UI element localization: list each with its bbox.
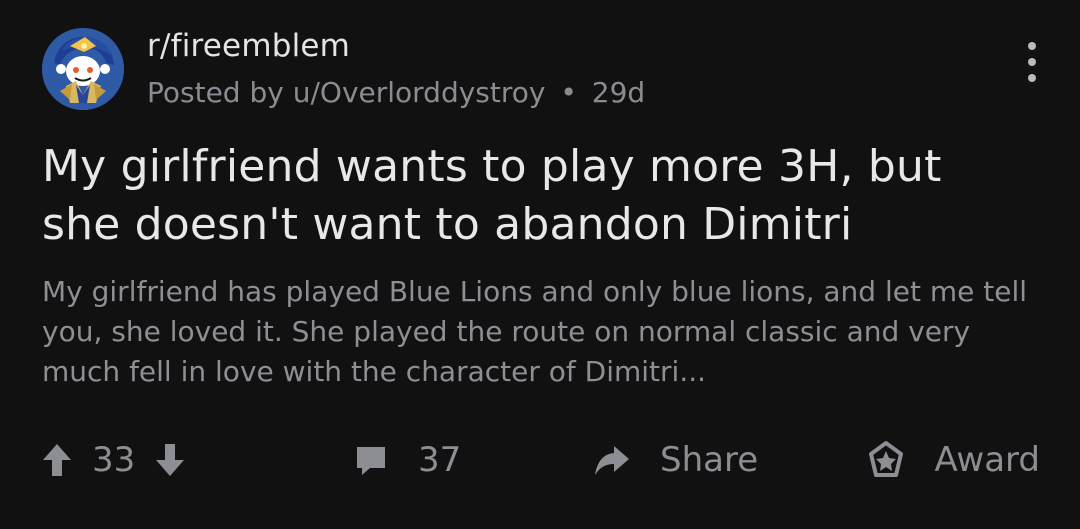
- vote-controls: 33: [40, 432, 300, 488]
- subreddit-name[interactable]: r/fireemblem: [147, 27, 350, 65]
- post-preview-text[interactable]: My girlfriend has played Blue Lions and …: [42, 272, 1042, 392]
- post-card[interactable]: r/fireemblem Posted by u/Overlorddystroy…: [0, 0, 1080, 529]
- award-icon: [868, 441, 903, 477]
- more-options-icon[interactable]: [1020, 42, 1044, 86]
- post-actions: 33 37 Share Award: [40, 432, 1040, 488]
- share-label: Share: [660, 440, 759, 480]
- avatar-image: [42, 28, 124, 110]
- comment-count: 37: [418, 440, 462, 480]
- arrow-down-icon: [156, 444, 185, 476]
- share-button[interactable]: Share: [592, 432, 812, 488]
- arrow-up-icon: [43, 444, 71, 476]
- meta-separator: •: [560, 76, 577, 109]
- downvote-button[interactable]: [153, 441, 187, 479]
- post-age: 29d: [591, 76, 646, 109]
- posted-by-label[interactable]: Posted by u/Overlorddystroy: [147, 76, 545, 109]
- vote-score: 33: [92, 440, 136, 480]
- post-header: r/fireemblem Posted by u/Overlorddystroy…: [42, 24, 1060, 112]
- share-icon: [595, 446, 629, 475]
- post-meta: Posted by u/Overlorddystroy • 29d: [147, 76, 645, 110]
- post-title[interactable]: My girlfriend wants to play more 3H, but…: [42, 138, 1032, 254]
- award-label: Award: [934, 440, 1041, 480]
- upvote-button[interactable]: [40, 441, 74, 479]
- subreddit-avatar[interactable]: [42, 28, 124, 110]
- award-button[interactable]: Award: [865, 432, 1041, 488]
- comment-icon: [357, 447, 385, 475]
- comments-button[interactable]: 37: [352, 432, 552, 488]
